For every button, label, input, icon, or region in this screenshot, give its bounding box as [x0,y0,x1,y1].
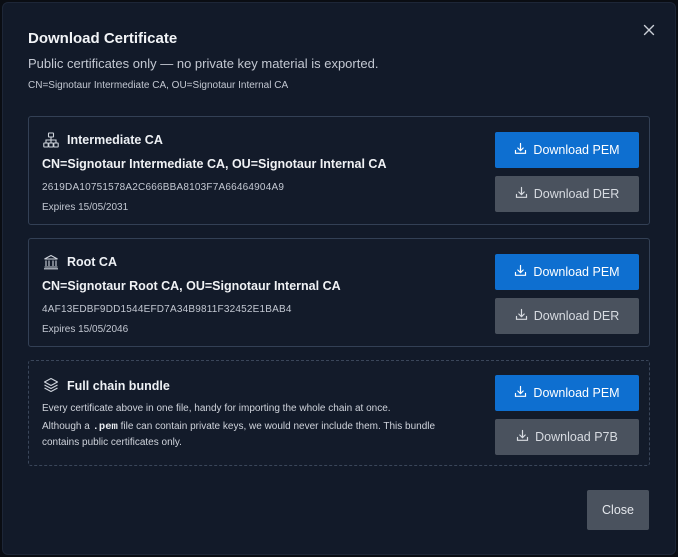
download-bundle-pem-button[interactable]: Download PEM [495,375,639,411]
full-chain-bundle-card: Full chain bundle Every certificate abov… [28,360,650,466]
download-pem-button[interactable]: Download PEM [495,254,639,290]
root-ca-card: Root CA CN=Signotaur Root CA, OU=Signota… [28,238,650,347]
certificate-serial: 2619DA10751578A2C666BBA8103F7A66464904A9 [42,182,285,193]
pem-extension: .pem [92,421,118,433]
bundle-private-key-note: Although a .pem file can contain private… [42,419,472,451]
download-icon [514,385,527,401]
certificate-expiry: Expires 15/05/2046 [42,324,129,335]
download-p7b-label: Download P7B [535,430,618,444]
download-der-button[interactable]: Download DER [495,298,639,334]
bundle-name: Full chain bundle [67,379,170,393]
dialog-title: Download Certificate [28,30,178,47]
download-der-label: Download DER [533,309,620,323]
dialog-subtitle: Public certificates only — no private ke… [28,56,379,71]
layers-icon [43,377,59,393]
download-der-button[interactable]: Download DER [495,176,639,212]
hierarchy-icon [43,132,59,148]
download-p7b-button[interactable]: Download P7B [495,419,639,455]
bank-icon [43,254,59,270]
download-icon [514,142,527,158]
close-button[interactable]: Close [587,490,649,530]
download-icon [515,186,528,202]
download-certificate-dialog: Download Certificate Public certificates… [2,2,676,555]
download-icon [515,308,528,324]
download-pem-label: Download PEM [533,265,620,279]
download-der-label: Download DER [533,187,620,201]
certificate-expiry: Expires 15/05/2031 [42,202,129,213]
intermediate-ca-card: Intermediate CA CN=Signotaur Intermediat… [28,116,650,225]
download-icon [514,264,527,280]
certificate-subject: CN=Signotaur Root CA, OU=Signotaur Inter… [42,279,341,293]
note-text: Although a [42,421,93,432]
certificate-dn: CN=Signotaur Intermediate CA, OU=Signota… [28,80,289,91]
certificate-name: Root CA [67,255,117,269]
download-pem-button[interactable]: Download PEM [495,132,639,168]
download-pem-label: Download PEM [533,386,620,400]
download-pem-label: Download PEM [533,143,620,157]
certificate-subject: CN=Signotaur Intermediate CA, OU=Signota… [42,157,387,171]
certificate-serial: 4AF13EDBF9DD1544EFD7A34B9811F32452E1BAB4 [42,304,292,315]
close-icon[interactable] [639,20,659,40]
bundle-description: Every certificate above in one file, han… [42,403,391,414]
certificate-name: Intermediate CA [67,133,163,147]
download-icon [516,429,529,445]
